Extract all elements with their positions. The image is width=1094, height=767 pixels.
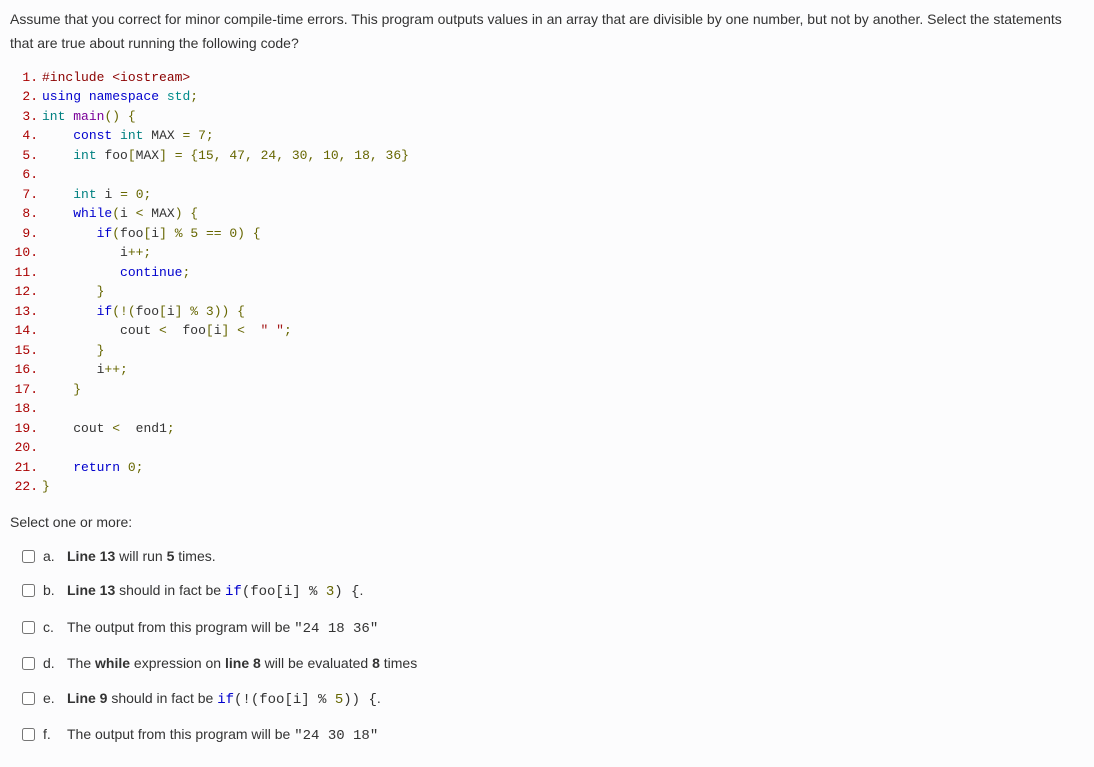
question-intro: Assume that you correct for minor compil… [10, 8, 1084, 56]
code-line: 14. cout < foo[i] < " "; [12, 321, 1084, 341]
code-line: 10. i++; [12, 243, 1084, 263]
option-text: The while expression on line 8 will be e… [67, 652, 417, 674]
option-row: a. Line 13 will run 5 times. [22, 545, 1084, 567]
line-number: 1. [12, 68, 38, 88]
code-line: 6. [12, 165, 1084, 185]
line-number: 18. [12, 399, 38, 419]
code-content: using namespace std; [42, 89, 198, 104]
option-letter: b. [43, 579, 57, 601]
line-number: 5. [12, 146, 38, 166]
option-text: The output from this program will be "24… [67, 723, 378, 747]
line-number: 10. [12, 243, 38, 263]
option-row: c. The output from this program will be "… [22, 616, 1084, 640]
code-line: 7. int i = 0; [12, 185, 1084, 205]
code-content: } [42, 479, 50, 494]
code-line: 12. } [12, 282, 1084, 302]
option-checkbox-a[interactable] [22, 550, 35, 563]
option-checkbox-d[interactable] [22, 657, 35, 670]
option-letter: d. [43, 652, 57, 674]
line-number: 11. [12, 263, 38, 283]
select-prompt: Select one or more: [10, 511, 1084, 533]
code-content: if(!(foo[i] % 3)) { [42, 304, 245, 319]
code-content: while(i < MAX) { [42, 206, 198, 221]
line-number: 19. [12, 419, 38, 439]
line-number: 20. [12, 438, 38, 458]
option-checkbox-c[interactable] [22, 621, 35, 634]
line-number: 2. [12, 87, 38, 107]
line-number: 3. [12, 107, 38, 127]
option-letter: f. [43, 723, 57, 745]
line-number: 22. [12, 477, 38, 497]
code-content: const int MAX = 7; [42, 128, 214, 143]
code-content: if(foo[i] % 5 == 0) { [42, 226, 261, 241]
code-line: 1. #include <iostream> [12, 68, 1084, 88]
code-line: 15. } [12, 341, 1084, 361]
line-number: 15. [12, 341, 38, 361]
line-number: 7. [12, 185, 38, 205]
code-content: } [42, 382, 81, 397]
option-row: e. Line 9 should in fact be if(!(foo[i] %… [22, 687, 1084, 711]
code-content: int main() { [42, 109, 136, 124]
code-line: 5. int foo[MAX] = {15, 47, 24, 30, 10, 1… [12, 146, 1084, 166]
option-letter: c. [43, 616, 57, 638]
line-number: 9. [12, 224, 38, 244]
code-line: 18. [12, 399, 1084, 419]
code-line: 16. i++; [12, 360, 1084, 380]
option-text: Line 13 will run 5 times. [67, 545, 216, 567]
option-row: f. The output from this program will be "… [22, 723, 1084, 747]
code-line: 13. if(!(foo[i] % 3)) { [12, 302, 1084, 322]
code-block: 1. #include <iostream> 2. using namespace s… [12, 68, 1084, 497]
code-line: 9. if(foo[i] % 5 == 0) { [12, 224, 1084, 244]
line-number: 17. [12, 380, 38, 400]
option-checkbox-f[interactable] [22, 728, 35, 741]
code-line: 8. while(i < MAX) { [12, 204, 1084, 224]
code-line: 4. const int MAX = 7; [12, 126, 1084, 146]
option-letter: e. [43, 687, 57, 709]
option-checkbox-e[interactable] [22, 692, 35, 705]
option-text: Line 13 should in fact be if(foo[i] % 3)… [67, 579, 363, 603]
line-number: 13. [12, 302, 38, 322]
code-line: 3. int main() { [12, 107, 1084, 127]
code-content: i++; [42, 245, 151, 260]
code-line: 21. return 0; [12, 458, 1084, 478]
code-line: 2. using namespace std; [12, 87, 1084, 107]
code-content: } [42, 284, 104, 299]
option-text: Line 9 should in fact be if(!(foo[i] % 5… [67, 687, 381, 711]
line-number: 6. [12, 165, 38, 185]
line-number: 8. [12, 204, 38, 224]
option-letter: a. [43, 545, 57, 567]
code-line: 22.} [12, 477, 1084, 497]
option-row: b. Line 13 should in fact be if(foo[i] % … [22, 579, 1084, 603]
code-content: return 0; [42, 460, 143, 475]
code-content: i++; [42, 362, 128, 377]
code-content: continue; [42, 265, 190, 280]
code-line: 20. [12, 438, 1084, 458]
option-row: d. The while expression on line 8 will be… [22, 652, 1084, 674]
code-content: #include <iostream> [42, 70, 190, 85]
line-number: 4. [12, 126, 38, 146]
code-content: cout < end1; [42, 421, 175, 436]
line-number: 12. [12, 282, 38, 302]
code-line: 11. continue; [12, 263, 1084, 283]
code-line: 17. } [12, 380, 1084, 400]
code-content: } [42, 343, 104, 358]
option-checkbox-b[interactable] [22, 584, 35, 597]
code-content: cout < foo[i] < " "; [42, 323, 292, 338]
line-number: 16. [12, 360, 38, 380]
line-number: 21. [12, 458, 38, 478]
options-list: a. Line 13 will run 5 times. b. Line 13 sho… [10, 545, 1084, 747]
code-line: 19. cout < end1; [12, 419, 1084, 439]
line-number: 14. [12, 321, 38, 341]
code-content: int i = 0; [42, 187, 151, 202]
option-text: The output from this program will be "24… [67, 616, 378, 640]
code-content: int foo[MAX] = {15, 47, 24, 30, 10, 18, … [42, 148, 409, 163]
